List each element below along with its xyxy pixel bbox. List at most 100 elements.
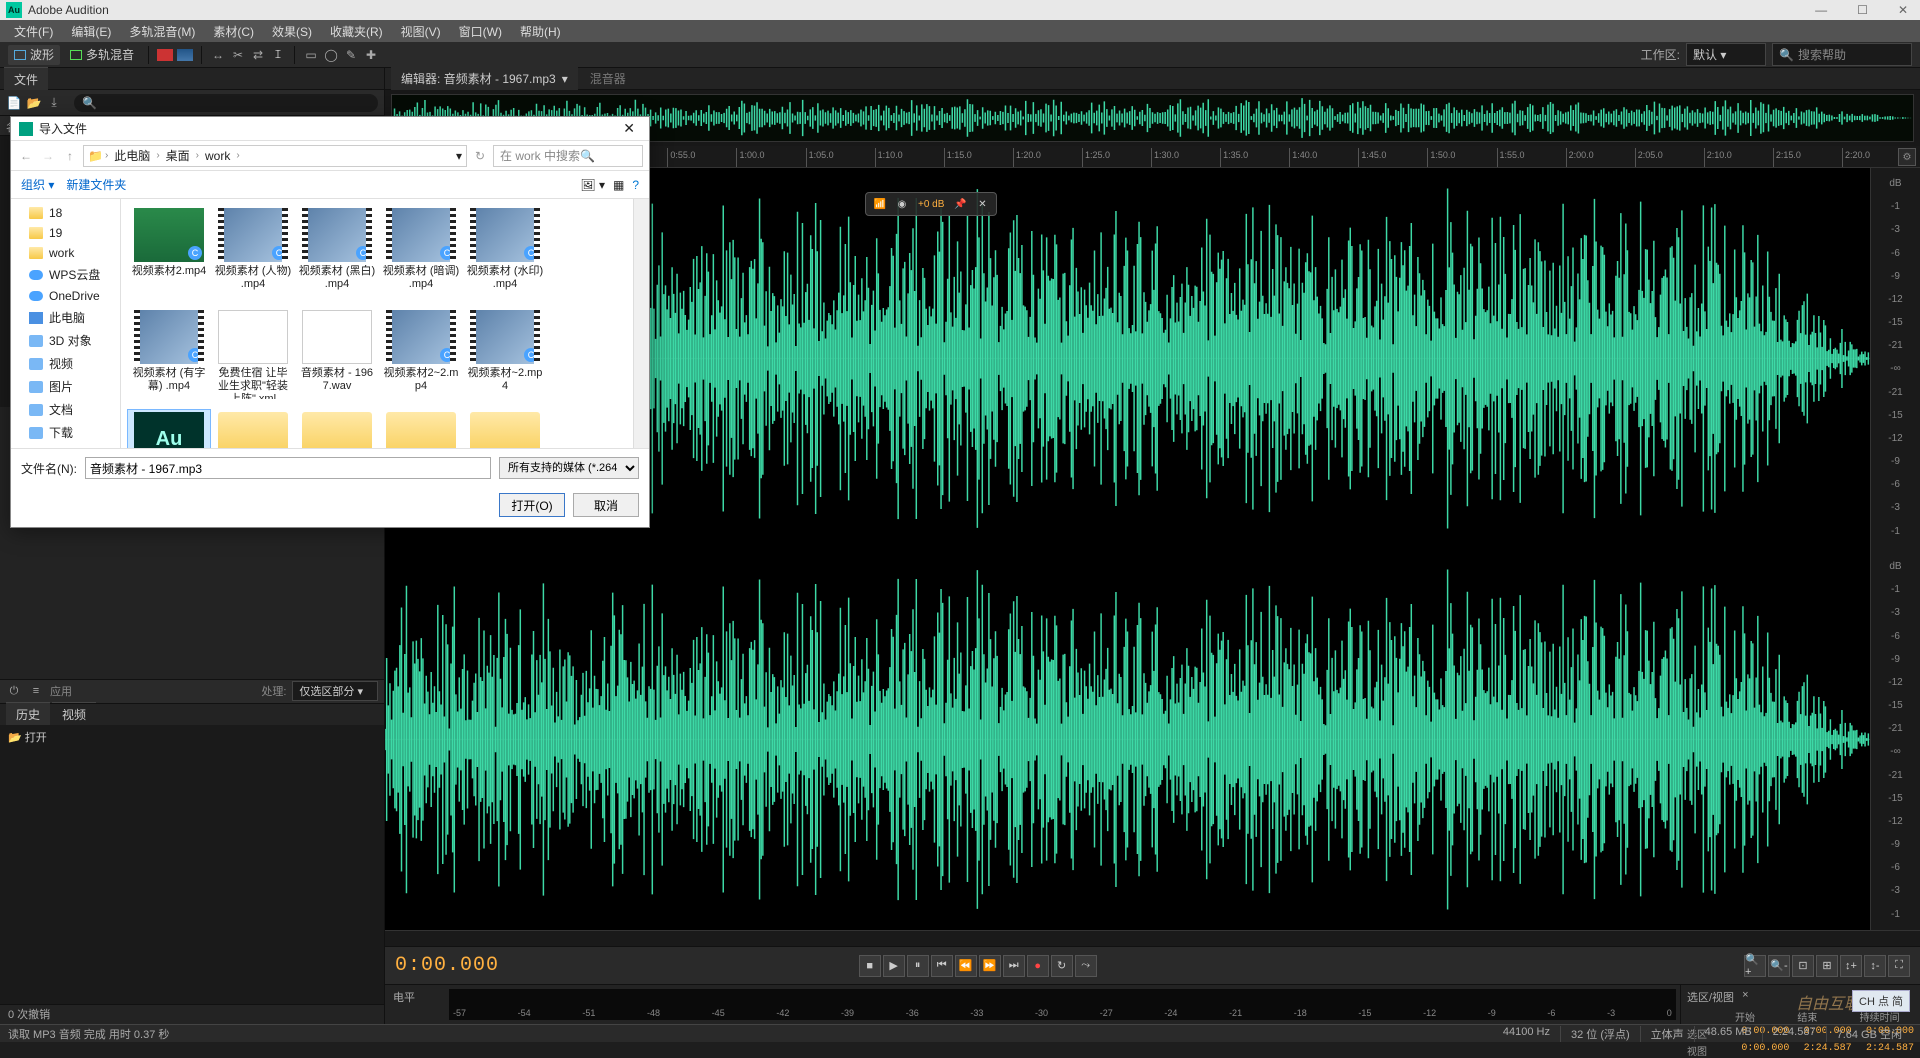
fx-menu-icon[interactable]: ≡ — [28, 683, 44, 699]
file-item[interactable]: C视频素材 (黑白) .mp4 — [295, 205, 379, 305]
view-dur[interactable]: 2:24.587 — [1860, 1043, 1914, 1058]
marquee-tool-icon[interactable]: ▭ — [303, 47, 319, 63]
zoom-out-v-button[interactable]: ↕- — [1864, 955, 1886, 977]
pause-button[interactable]: ⏸ — [907, 955, 929, 977]
zoom-reset-button[interactable]: ⊡ — [1792, 955, 1814, 977]
open-button[interactable]: 打开(O) — [499, 493, 565, 517]
zoom-in-h-button[interactable]: 🔍+ — [1744, 955, 1766, 977]
filename-input[interactable] — [85, 457, 491, 479]
menu-window[interactable]: 窗口(W) — [451, 21, 510, 42]
nav-item[interactable]: 视频 — [11, 352, 120, 375]
video-tab[interactable]: 视频 — [52, 702, 96, 726]
rewind-button[interactable]: ⏪ — [955, 955, 977, 977]
view-start[interactable]: 0:00.000 — [1735, 1043, 1789, 1058]
workspace-dropdown[interactable]: 默认 ▾ — [1686, 43, 1766, 66]
nav-back-button[interactable]: ← — [17, 149, 35, 163]
nav-item[interactable]: 此电脑 — [11, 306, 120, 329]
move-tool-icon[interactable]: ↔ — [210, 47, 226, 63]
dialog-close-button[interactable]: ✕ — [617, 120, 641, 137]
nav-item[interactable]: 3D 对象 — [11, 329, 120, 352]
preview-pane-button[interactable]: ▦ — [613, 178, 624, 192]
files-search-input[interactable]: 🔍 — [74, 94, 378, 112]
go-start-button[interactable]: ⏮ — [931, 955, 953, 977]
nav-item[interactable]: 下载 — [11, 421, 120, 444]
file-item[interactable]: Au音频素材 - 1967.mp3 — [127, 409, 211, 448]
forward-button[interactable]: ⏩ — [979, 955, 1001, 977]
scrollbar[interactable] — [633, 199, 649, 448]
skip-selection-button[interactable]: ⤳ — [1075, 955, 1097, 977]
nav-item[interactable]: WPS云盘 — [11, 263, 120, 286]
timecode-display[interactable]: 0:00.000 — [395, 954, 535, 977]
menu-favorites[interactable]: 收藏夹(R) — [322, 21, 391, 42]
maximize-button[interactable]: ☐ — [1851, 3, 1874, 17]
nav-forward-button[interactable]: → — [39, 149, 57, 163]
files-panel-tab[interactable]: 文件 — [4, 67, 48, 91]
view-mode-button[interactable]: 🖼 ▾ — [580, 178, 605, 192]
crumb[interactable]: 此电脑 — [110, 147, 154, 164]
razor-tool-icon[interactable]: ✂ — [230, 47, 246, 63]
file-item[interactable] — [463, 409, 547, 448]
file-item[interactable]: C视频素材 (水印) .mp4 — [463, 205, 547, 305]
file-item[interactable]: 音频素材 - 1967.wav — [295, 307, 379, 407]
menu-multitrack[interactable]: 多轨混音(M) — [121, 21, 203, 42]
nav-item[interactable]: 文档 — [11, 398, 120, 421]
process-scope-dropdown[interactable]: 仅选区部分 ▾ — [292, 681, 378, 701]
history-entry[interactable]: 📂 打开 — [8, 729, 376, 745]
zoom-full-button[interactable]: ⛶ — [1888, 955, 1910, 977]
multitrack-view-button[interactable]: 多轨混音 — [64, 45, 140, 65]
play-button[interactable]: ▶ — [883, 955, 905, 977]
menu-effects[interactable]: 效果(S) — [264, 21, 320, 42]
minimize-button[interactable]: — — [1809, 3, 1833, 17]
file-item[interactable]: 免费住宿 让毕业生求职"轻装上阵".xml — [211, 307, 295, 407]
new-file-icon[interactable]: 📄 — [6, 95, 22, 111]
ibeam-tool-icon[interactable]: 𝙸 — [270, 47, 286, 63]
view-end[interactable]: 2:24.587 — [1797, 1043, 1851, 1058]
heal-tool-icon[interactable]: ✚ — [363, 47, 379, 63]
menu-view[interactable]: 视图(V) — [393, 21, 449, 42]
nav-item[interactable]: 图片 — [11, 375, 120, 398]
nav-item[interactable]: OneDrive — [11, 286, 120, 306]
level-meter[interactable]: -57-54-51-48-45-42-39-36-33-30-27-24-21-… — [449, 989, 1676, 1020]
file-item[interactable] — [379, 409, 463, 448]
help-button[interactable]: ? — [632, 178, 639, 192]
menu-edit[interactable]: 编辑(E) — [63, 21, 119, 42]
file-item[interactable]: C视频素材~2.mp4 — [463, 307, 547, 407]
zoom-in-v-button[interactable]: ↕+ — [1840, 955, 1862, 977]
import-icon[interactable]: ⤓ — [46, 95, 62, 111]
hud-vol-icon[interactable]: 📶 — [870, 195, 890, 213]
filetype-filter[interactable]: 所有支持的媒体 (*.264, *.3gp, — [499, 457, 639, 479]
ime-indicator[interactable]: CH 点 简 — [1852, 990, 1910, 1012]
crumb[interactable]: work — [201, 149, 234, 163]
history-tab[interactable]: 历史 — [6, 702, 50, 726]
stop-button[interactable]: ■ — [859, 955, 881, 977]
lasso-tool-icon[interactable]: ◯ — [323, 47, 339, 63]
zoom-selection-button[interactable]: ⊞ — [1816, 955, 1838, 977]
waveform-view-button[interactable]: 波形 — [8, 45, 60, 65]
menu-clip[interactable]: 素材(C) — [205, 21, 262, 42]
nav-item[interactable]: work — [11, 243, 120, 263]
close-button[interactable]: ✕ — [1892, 3, 1914, 17]
hud-close-icon[interactable]: ✕ — [972, 195, 992, 213]
slip-tool-icon[interactable]: ⇄ — [250, 47, 266, 63]
nav-item[interactable]: 18 — [11, 203, 120, 223]
file-item[interactable]: C视频素材2.mp4 — [127, 205, 211, 305]
power-icon[interactable]: ⏻ — [6, 683, 22, 699]
search-help-input[interactable]: 🔍 搜索帮助 — [1772, 43, 1912, 66]
refresh-button[interactable]: ↻ — [471, 149, 489, 163]
file-item[interactable]: C视频素材 (有字幕) .mp4 — [127, 307, 211, 407]
crumb[interactable]: 桌面 — [162, 147, 194, 164]
file-item[interactable] — [295, 409, 379, 448]
brush-tool-icon[interactable]: ✎ — [343, 47, 359, 63]
file-item[interactable]: C视频素材2~2.mp4 — [379, 307, 463, 407]
address-bar[interactable]: 📁 › 此电脑› 桌面› work› ▾ — [83, 145, 467, 167]
menu-file[interactable]: 文件(F) — [6, 21, 61, 42]
organize-menu[interactable]: 组织 ▾ — [21, 176, 54, 193]
file-item[interactable]: C视频素材 (暗调) .mp4 — [379, 205, 463, 305]
nav-item[interactable]: 19 — [11, 223, 120, 243]
cancel-button[interactable]: 取消 — [573, 493, 639, 517]
dialog-search-input[interactable]: 在 work 中搜索 🔍 — [493, 145, 643, 167]
nav-up-button[interactable]: ↑ — [61, 149, 79, 163]
ruler-options-icon[interactable]: ⚙ — [1898, 148, 1916, 166]
zoom-out-h-button[interactable]: 🔍- — [1768, 955, 1790, 977]
hud-pin-icon[interactable]: 📌 — [950, 195, 970, 213]
